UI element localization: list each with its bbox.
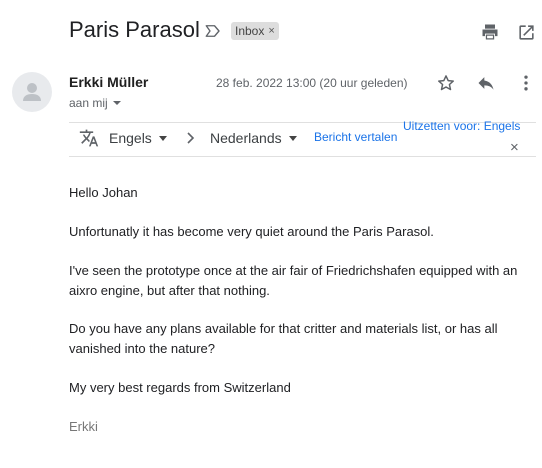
chevron-down-icon [288, 135, 297, 141]
message-date: 28 feb. 2022 13:00 (20 uur geleden) [216, 76, 408, 90]
more-options-button[interactable] [515, 72, 537, 94]
recipient-details-toggle[interactable]: aan mij [69, 96, 121, 110]
body-paragraph: Do you have any plans available for that… [69, 321, 498, 356]
chevron-down-icon [112, 101, 121, 105]
label-outline-icon[interactable] [204, 22, 222, 40]
translate-icon [79, 129, 99, 147]
open-in-new-window-button[interactable] [515, 21, 537, 43]
body-paragraph: Unfortunatly it has become very quiet ar… [69, 224, 434, 239]
target-language-label: Nederlands [210, 130, 282, 146]
chevron-down-icon [158, 135, 167, 141]
print-button[interactable] [479, 21, 501, 43]
sender-name[interactable]: Erkki Müller [69, 74, 148, 90]
source-language-label: Engels [109, 130, 152, 146]
person-icon [23, 83, 41, 101]
target-language-select[interactable]: Nederlands [210, 130, 297, 146]
reply-icon [478, 77, 494, 90]
body-paragraph: My very best regards from Switzerland [69, 380, 291, 395]
chevron-right-icon [187, 132, 195, 144]
star-outline-icon [438, 75, 454, 91]
recipient-label: aan mij [69, 96, 108, 110]
body-paragraph: Hello Johan [69, 185, 138, 200]
translate-message-link[interactable]: Bericht vertalen [314, 130, 397, 144]
print-icon [482, 24, 498, 40]
inbox-label-text: Inbox [235, 24, 265, 38]
turn-off-translation-link[interactable]: Uitzetten voor: Engels [403, 119, 520, 133]
open-in-new-icon [518, 24, 534, 40]
body-paragraph: I've seen the prototype once at the air … [69, 263, 518, 298]
remove-label-button[interactable]: × [268, 25, 274, 37]
star-button[interactable] [435, 72, 457, 94]
reply-button[interactable] [474, 72, 498, 94]
more-vert-icon [524, 75, 528, 91]
signature: Erkki [69, 419, 98, 434]
inbox-label-chip[interactable]: Inbox × [231, 22, 279, 40]
source-language-select[interactable]: Engels [109, 130, 167, 146]
close-translate-bar-button[interactable]: × [510, 139, 519, 156]
email-subject: Paris Parasol [69, 17, 200, 42]
sender-avatar [12, 72, 52, 112]
